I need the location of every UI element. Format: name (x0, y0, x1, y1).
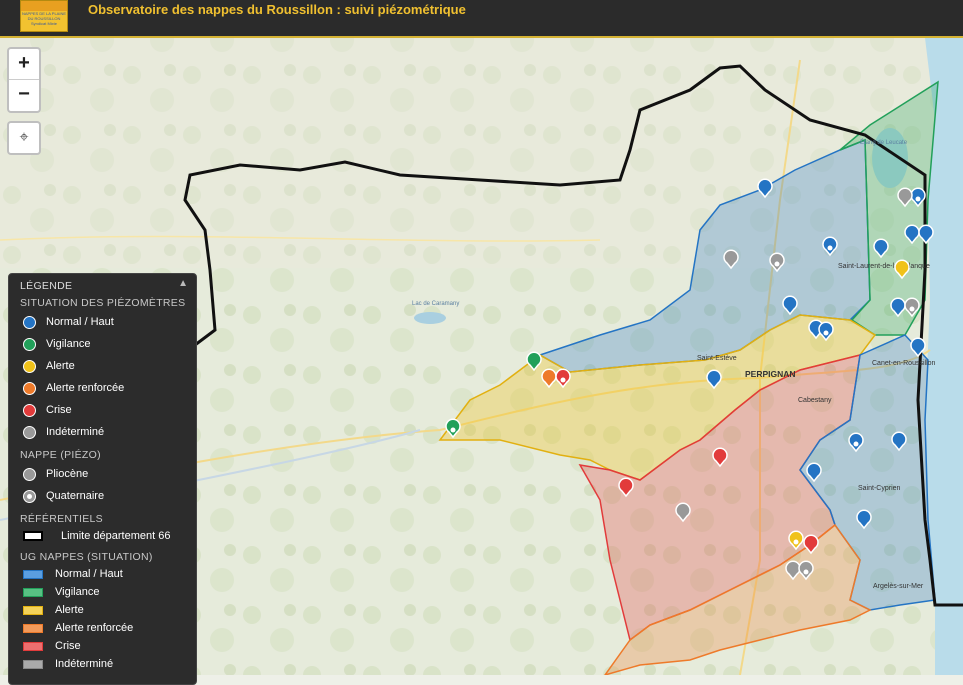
legend-item-indetermine: Indéterminé (23, 424, 104, 440)
legend-section-ug-nappes: UG NAPPES (SITUATION) (20, 551, 153, 563)
legend-collapse-toggle[interactable]: ▲ (178, 278, 188, 289)
boundary-line-icon (23, 531, 43, 541)
legend-section-nappe: NAPPE (PIÉZO) (20, 449, 101, 461)
alerte-dot-icon (23, 359, 36, 373)
legend-title: LÉGENDE (20, 280, 73, 292)
alerte-renforcee-dot-icon (23, 381, 36, 395)
page-title: Observatoire des nappes du Roussillon : … (88, 2, 466, 17)
alerte-swatch-icon (23, 605, 43, 615)
legend-item-alerte-renforcee: Alerte renforcée (23, 380, 124, 396)
legend-item-alerte: Alerte (23, 358, 75, 374)
legend-item-ug-alerte: Alerte (23, 602, 84, 618)
zoom-in-button[interactable]: + (9, 49, 39, 80)
legend-item-ug-crise: Crise (23, 638, 81, 654)
label-etang: Étang de Leucate (860, 139, 908, 146)
legend-item-crise: Crise (23, 402, 72, 418)
logo: NAPPES DE LA PLAINE DU ROUSSILLON Syndic… (20, 0, 68, 32)
vigilance-swatch-icon (23, 587, 43, 597)
legend-item-ug-vigilance: Vigilance (23, 584, 99, 600)
legend-item-vigilance: Vigilance (23, 336, 90, 352)
label-st-esteve: Saint-Estève (697, 355, 737, 362)
label-perpignan: PERPIGNAN (745, 369, 796, 379)
legend-section-piezometres: SITUATION DES PIÉZOMÈTRES (20, 297, 186, 309)
legend-item-pliocene: Pliocène (23, 466, 88, 482)
normal-dot-icon (23, 315, 36, 329)
alerte-renforcee-swatch-icon (23, 623, 43, 633)
label-canet: Canet-en-Roussillon (872, 360, 936, 367)
label-argeles: Argelès-sur-Mer (873, 583, 924, 590)
lac-caramany (414, 312, 446, 324)
label-st-laurent: Saint-Laurent-de-la-Salanque (838, 263, 930, 270)
label-lac: Lac de Caramany (412, 301, 459, 307)
label-cabestany: Cabestany (798, 397, 832, 404)
legend-item-ug-normal: Normal / Haut (23, 566, 123, 582)
crise-swatch-icon (23, 641, 43, 651)
indetermine-dot-icon (23, 425, 36, 439)
zoom-out-button[interactable]: − (9, 80, 39, 110)
normal-swatch-icon (23, 569, 43, 579)
legend-section-referentiels: RÉFÉRENTIELS (20, 513, 103, 525)
pliocene-dot-icon (23, 467, 36, 481)
legend-item-ug-indetermine: Indéterminé (23, 656, 113, 672)
app-header: NAPPES DE LA PLAINE DU ROUSSILLON Syndic… (0, 0, 963, 38)
crosshair-icon: ⌖ (19, 129, 29, 146)
vigilance-dot-icon (23, 337, 36, 351)
legend-panel: LÉGENDE ▲ SITUATION DES PIÉZOMÈTRES Norm… (8, 273, 197, 685)
legend-item-quaternaire: Quaternaire (23, 488, 104, 504)
legend-item-limite: Limite département 66 (23, 528, 170, 544)
indetermine-swatch-icon (23, 659, 43, 669)
legend-item-normal: Normal / Haut (23, 314, 114, 330)
locate-button[interactable]: ⌖ (7, 121, 41, 155)
zoom-control: + − (7, 47, 41, 113)
crise-dot-icon (23, 403, 36, 417)
legend-item-ug-alerte-renforcee: Alerte renforcée (23, 620, 133, 636)
logo-text: NAPPES DE LA PLAINE DU ROUSSILLON Syndic… (21, 11, 67, 26)
label-st-cyprien: Saint-Cyprien (858, 485, 901, 492)
quaternaire-dot-icon (23, 489, 36, 503)
